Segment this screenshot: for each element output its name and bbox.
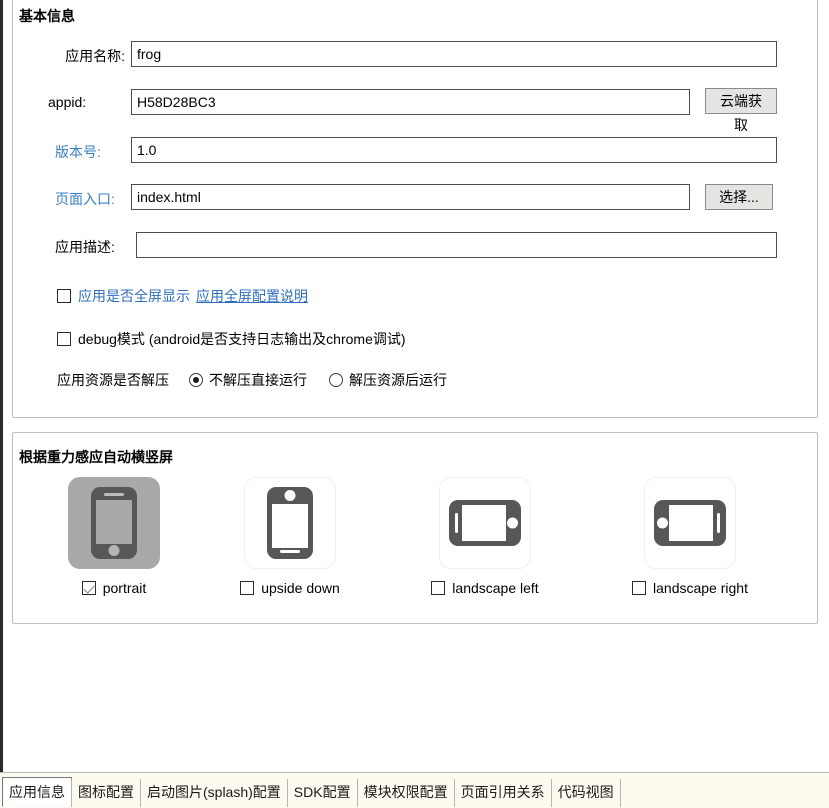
fullscreen-checkbox[interactable] bbox=[57, 289, 71, 303]
radio-no-unpack[interactable] bbox=[189, 373, 203, 387]
debug-checkbox[interactable] bbox=[57, 332, 71, 346]
tab-page-reference[interactable]: 页面引用关系 bbox=[453, 779, 552, 807]
landscape-right-tile[interactable] bbox=[644, 477, 736, 569]
orientation-item-landscape-left[interactable]: landscape left bbox=[400, 477, 570, 596]
upside-down-caption: upside down bbox=[205, 580, 375, 596]
landscape-right-label: landscape right bbox=[653, 580, 748, 596]
version-label[interactable]: 版本号: bbox=[55, 142, 125, 162]
tab-splash-config[interactable]: 启动图片(splash)配置 bbox=[140, 779, 288, 807]
orientation-item-landscape-right[interactable]: landscape right bbox=[605, 477, 775, 596]
phone-landscape-right-icon bbox=[654, 500, 726, 546]
choose-file-button[interactable]: 选择... bbox=[705, 184, 773, 210]
window-left-edge-inner bbox=[3, 0, 4, 784]
landscape-left-label: landscape left bbox=[452, 580, 539, 596]
radio-no-unpack-label[interactable]: 不解压直接运行 bbox=[209, 370, 307, 390]
app-name-label: 应用名称: bbox=[65, 48, 125, 64]
phone-landscape-left-icon bbox=[449, 500, 521, 546]
landscape-left-caption: landscape left bbox=[400, 580, 570, 596]
landscape-right-checkbox[interactable] bbox=[632, 581, 647, 595]
fullscreen-help-link[interactable]: 应用全屏配置说明 bbox=[196, 286, 308, 306]
debug-label: debug模式 (android是否支持日志输出及chrome调试) bbox=[78, 331, 406, 347]
upside-down-label: upside down bbox=[261, 580, 340, 596]
portrait-checkbox[interactable] bbox=[81, 581, 96, 595]
tab-icon-config[interactable]: 图标配置 bbox=[71, 779, 141, 807]
landscape-left-checkbox[interactable] bbox=[431, 581, 446, 595]
app-description-label: 应用描述: bbox=[55, 239, 115, 255]
debug-row: debug模式 (android是否支持日志输出及chrome调试) bbox=[57, 329, 406, 349]
tab-strip: 应用信息 图标配置 启动图片(splash)配置 SDK配置 模块权限配置 页面… bbox=[2, 775, 621, 807]
fullscreen-label[interactable]: 应用是否全屏显示 bbox=[78, 286, 190, 306]
resource-unpack-label: 应用资源是否解压 bbox=[57, 372, 169, 388]
tab-sdk-config[interactable]: SDK配置 bbox=[286, 779, 358, 807]
orientation-item-portrait[interactable]: portrait bbox=[29, 477, 199, 596]
app-name-input[interactable] bbox=[131, 41, 777, 67]
portrait-caption: portrait bbox=[29, 580, 199, 596]
tab-code-view[interactable]: 代码视图 bbox=[550, 779, 621, 807]
landscape-left-tile[interactable] bbox=[439, 477, 531, 569]
radio-unpack-label[interactable]: 解压资源后运行 bbox=[349, 370, 447, 390]
resource-unpack-row: 应用资源是否解压 不解压直接运行 解压资源后运行 bbox=[57, 370, 447, 390]
bottom-tab-bar: 应用信息 图标配置 启动图片(splash)配置 SDK配置 模块权限配置 页面… bbox=[0, 772, 829, 808]
cloud-fetch-button[interactable]: 云端获取 bbox=[705, 88, 777, 133]
basic-info-group-title: 基本信息 bbox=[16, 6, 78, 26]
portrait-tile[interactable] bbox=[68, 477, 160, 569]
appid-label: appid: bbox=[48, 94, 87, 110]
upside-down-tile[interactable] bbox=[244, 477, 336, 569]
orientation-item-upside-down[interactable]: upside down bbox=[205, 477, 375, 596]
landscape-right-caption: landscape right bbox=[605, 580, 775, 596]
phone-portrait-icon bbox=[91, 487, 137, 559]
version-input[interactable] bbox=[131, 137, 777, 163]
portrait-label: portrait bbox=[102, 580, 147, 596]
tab-app-info[interactable]: 应用信息 bbox=[2, 777, 72, 807]
orientation-group-title: 根据重力感应自动横竖屏 bbox=[16, 447, 176, 467]
radio-unpack[interactable] bbox=[329, 373, 343, 387]
upside-down-checkbox[interactable] bbox=[240, 581, 255, 595]
entry-page-label[interactable]: 页面入口: bbox=[55, 189, 125, 209]
app-root: 基本信息 应用名称: appid: 云端获取 版本号: 页面入口: 选择... … bbox=[0, 0, 829, 808]
fullscreen-row: 应用是否全屏显示 应用全屏配置说明 bbox=[57, 286, 308, 306]
phone-upside-down-icon bbox=[267, 487, 313, 559]
tab-module-permission-config[interactable]: 模块权限配置 bbox=[356, 779, 455, 807]
app-description-input[interactable] bbox=[136, 232, 777, 258]
entry-page-input[interactable] bbox=[131, 184, 690, 210]
appid-input[interactable] bbox=[131, 89, 690, 115]
